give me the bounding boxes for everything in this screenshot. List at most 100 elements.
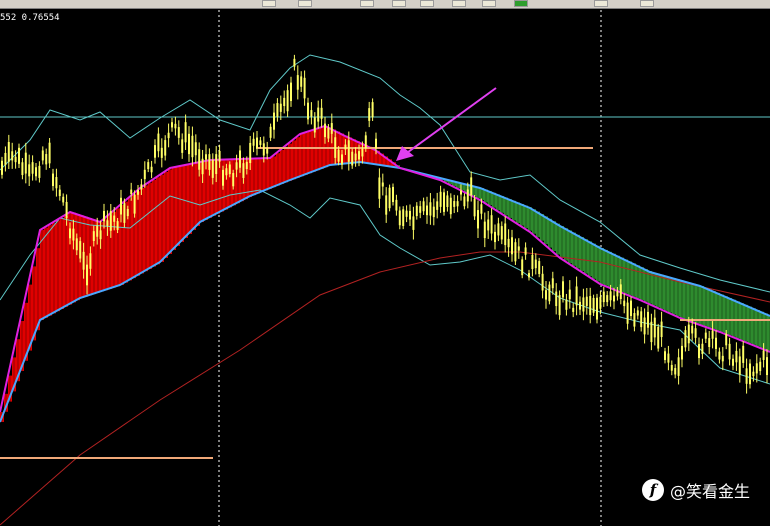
candle-body: [545, 290, 547, 300]
candle-body: [307, 102, 309, 120]
candle-body: [235, 162, 238, 170]
candle-body: [38, 165, 41, 178]
candle-body: [320, 107, 323, 119]
weibo-like-logo-icon: f: [642, 479, 664, 501]
candle-body: [99, 230, 102, 240]
candle-body: [541, 273, 544, 291]
candle-body: [7, 142, 10, 162]
candle-body: [317, 107, 320, 122]
candle-body: [677, 357, 680, 376]
candle-body: [548, 284, 551, 302]
candle-body: [415, 205, 418, 217]
candle-body: [208, 154, 211, 170]
candle-body: [398, 210, 401, 226]
candle-body: [211, 159, 214, 178]
candle-body: [742, 345, 745, 363]
candle-body: [344, 144, 347, 150]
candle-body: [562, 281, 564, 298]
candle-body: [228, 164, 231, 175]
candle-body: [636, 310, 639, 316]
candle-body: [633, 313, 636, 327]
candle-body: [647, 311, 649, 328]
candle-body: [650, 321, 653, 343]
candle-body: [555, 291, 558, 307]
candle-body: [361, 148, 364, 157]
candle-body: [113, 215, 116, 222]
candle-body: [69, 228, 71, 239]
candle-body: [177, 127, 180, 138]
candle-body: [55, 177, 58, 189]
candle-body: [31, 162, 34, 174]
candle-body: [232, 173, 235, 187]
candle-body: [470, 177, 473, 196]
candle-body: [290, 82, 292, 102]
candle-body: [534, 259, 537, 269]
candle-body: [715, 337, 717, 349]
candle-body: [324, 123, 326, 138]
candle-body: [89, 253, 92, 269]
candle-body: [687, 324, 690, 344]
candle-body: [460, 190, 462, 195]
candle-body: [126, 209, 129, 217]
candle-body: [511, 237, 513, 255]
candle-body: [558, 295, 561, 316]
candle-body: [150, 166, 153, 173]
candle-body: [432, 206, 435, 218]
candle-body: [704, 332, 707, 339]
candle-body: [252, 138, 255, 146]
candle-body: [596, 297, 598, 320]
candle-body: [749, 363, 751, 385]
candle-body: [670, 364, 673, 371]
candle-body: [167, 132, 170, 139]
candle-body: [762, 350, 765, 360]
candle-body: [222, 169, 224, 186]
candle-body: [409, 210, 411, 220]
candle-body: [507, 238, 510, 248]
candle-body: [14, 156, 17, 163]
candle-body: [456, 201, 459, 207]
candle-body: [164, 140, 167, 156]
candle-body: [606, 295, 609, 303]
candle-body: [436, 201, 439, 210]
candle-body: [1, 160, 3, 175]
candle-body: [313, 117, 316, 133]
candle-body: [48, 142, 51, 164]
candle-body: [239, 150, 241, 168]
candle-body: [334, 137, 337, 158]
candle-body: [517, 246, 520, 251]
candle-body: [303, 77, 306, 99]
candle-body: [24, 152, 27, 174]
candle-body: [269, 126, 272, 138]
candle-body: [466, 189, 469, 202]
candle-body: [225, 168, 228, 176]
candle-body: [429, 202, 432, 216]
candle-body: [157, 133, 160, 152]
candle-body: [589, 296, 592, 316]
candle-body: [385, 195, 388, 215]
candle-body: [755, 363, 758, 374]
candle-body: [449, 197, 452, 215]
candle-body: [616, 291, 619, 297]
candle-body: [623, 300, 626, 307]
candle-body: [358, 151, 360, 160]
trading-chart-window: 552 0.76554 f @笑看金生: [0, 0, 770, 526]
candle-body: [426, 205, 428, 216]
candle-body: [249, 142, 252, 164]
candle-body: [579, 301, 581, 310]
candle-body: [381, 182, 384, 187]
candle-body: [494, 231, 496, 243]
candle-body: [283, 97, 286, 107]
candle-body: [242, 163, 245, 178]
candle-body: [568, 289, 571, 300]
candle-body: [711, 330, 714, 339]
candle-body: [674, 368, 677, 375]
candle-body: [691, 325, 694, 334]
candle-body: [531, 254, 534, 270]
candle-body: [497, 223, 500, 236]
candle-body: [276, 103, 279, 117]
candle-body: [582, 297, 585, 312]
price-chart[interactable]: [0, 0, 770, 526]
candle-body: [602, 291, 605, 303]
candle-body: [79, 241, 82, 259]
candle-body: [701, 343, 704, 355]
